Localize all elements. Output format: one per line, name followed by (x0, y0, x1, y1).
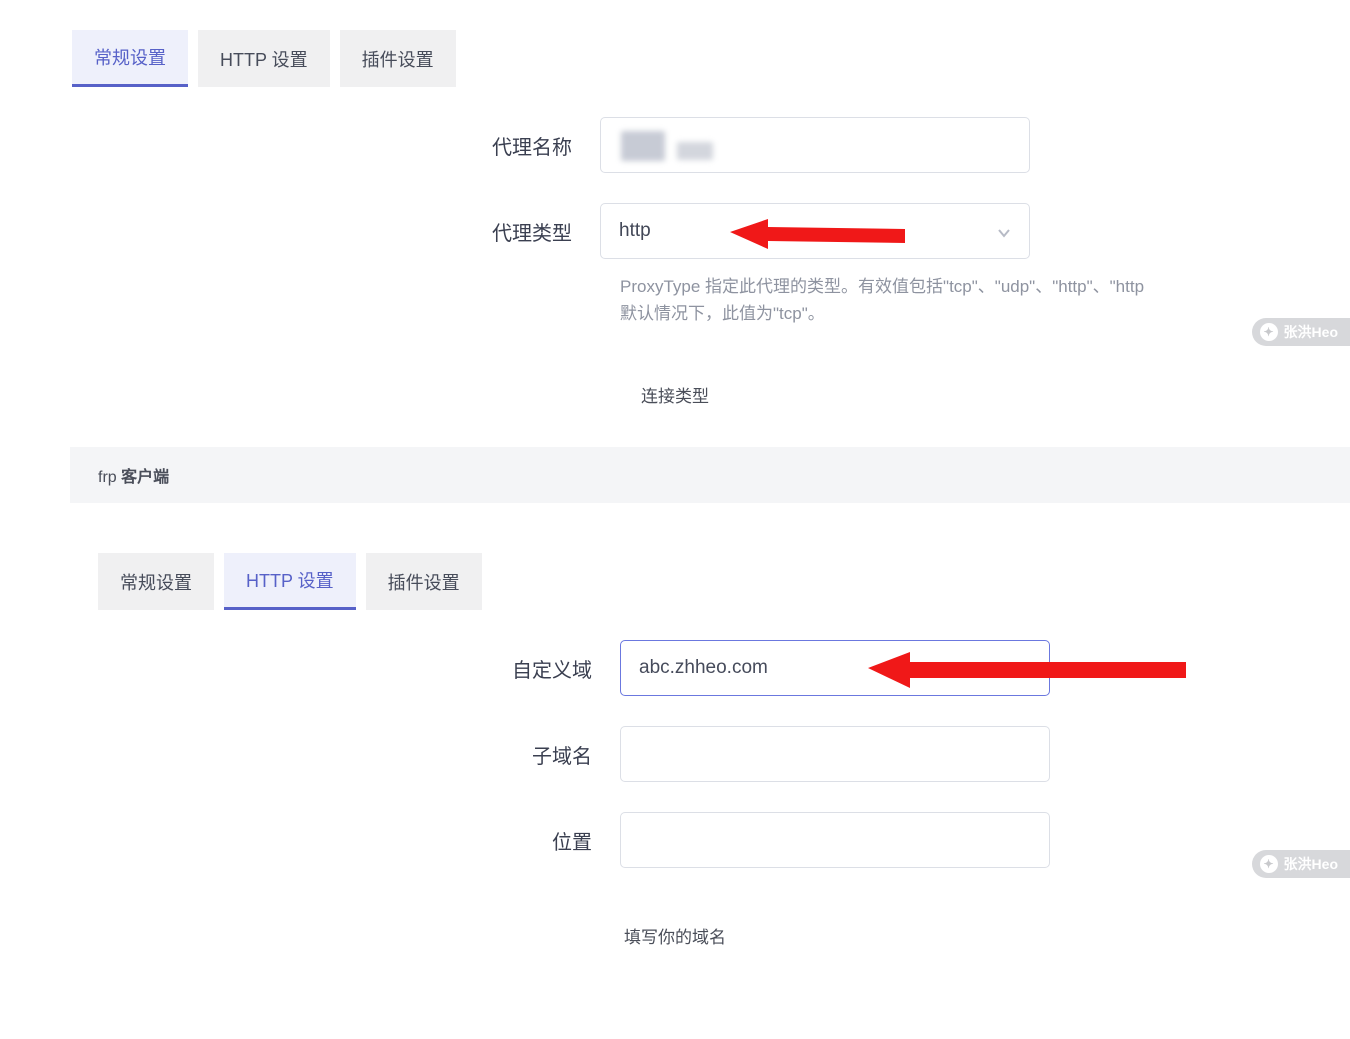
proxy-type-value: http (619, 220, 651, 242)
tab-http-2[interactable]: HTTP 设置 (224, 553, 356, 610)
subdomain-input[interactable] (620, 726, 1050, 782)
panel-header-frp-client: frp 客户端 (70, 447, 1350, 503)
chevron-down-icon (997, 224, 1011, 238)
custom-domain-input[interactable] (620, 640, 1050, 696)
caption-fill-domain: 填写你的域名 (0, 923, 1350, 948)
section-connection-type: 常规设置 HTTP 设置 插件设置 代理名称 代理类型 http (0, 0, 1350, 407)
watermark-badge-2: ✦ 张洪Heo (1252, 850, 1350, 878)
proxy-name-label: 代理名称 (0, 131, 600, 160)
subdomain-label: 子域名 (0, 740, 620, 769)
custom-domain-label: 自定义域 (0, 654, 620, 683)
tab-general[interactable]: 常规设置 (72, 30, 188, 87)
row-subdomain: 子域名 (0, 726, 1350, 782)
redacted-proxy-name (601, 118, 1029, 174)
watermark-icon: ✦ (1260, 855, 1278, 873)
section-custom-domain: frp 客户端 常规设置 HTTP 设置 插件设置 自定义域 子域名 (0, 447, 1350, 948)
location-input[interactable] (620, 812, 1050, 868)
caption-connection-type: 连接类型 (0, 382, 1350, 407)
proxy-type-select[interactable]: http (600, 203, 1030, 259)
proxy-type-hint: ProxyType 指定此代理的类型。有效值包括"tcp"、"udp"、"htt… (620, 273, 1350, 327)
row-proxy-name: 代理名称 (0, 117, 1350, 173)
row-location: 位置 (0, 812, 1350, 868)
row-custom-domain: 自定义域 (0, 640, 1350, 696)
watermark-badge-1: ✦ 张洪Heo (1252, 318, 1350, 346)
tab-general-2[interactable]: 常规设置 (98, 553, 214, 610)
tab-plugin-2[interactable]: 插件设置 (366, 553, 482, 610)
tabs-section2: 常规设置 HTTP 设置 插件设置 (0, 503, 1350, 610)
tab-http[interactable]: HTTP 设置 (198, 30, 330, 87)
row-proxy-type: 代理类型 http (0, 203, 1350, 259)
proxy-name-input[interactable] (600, 117, 1030, 173)
proxy-type-label: 代理类型 (0, 217, 600, 246)
watermark-icon: ✦ (1260, 323, 1278, 341)
tab-plugin[interactable]: 插件设置 (340, 30, 456, 87)
tabs-section1: 常规设置 HTTP 设置 插件设置 (0, 0, 1350, 87)
location-label: 位置 (0, 826, 620, 855)
